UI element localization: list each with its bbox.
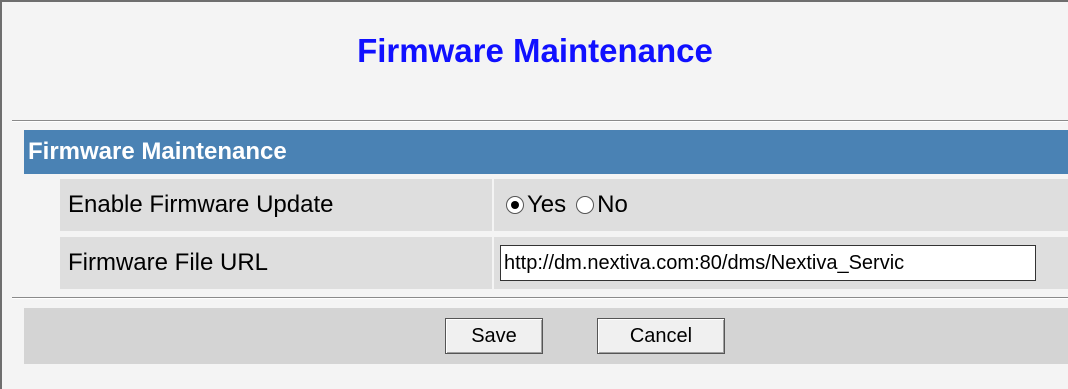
page-title: Firmware Maintenance xyxy=(357,32,713,69)
radio-yes[interactable] xyxy=(506,196,524,214)
enable-firmware-update-label: Enable Firmware Update xyxy=(68,191,334,218)
section-header: Firmware Maintenance xyxy=(24,130,1068,174)
enable-firmware-update-radio-group: Yes No xyxy=(506,179,638,231)
enable-firmware-update-value: Yes No xyxy=(492,179,1068,231)
row-enable-firmware-update: Enable Firmware Update Yes No xyxy=(60,179,1068,231)
cancel-button[interactable]: Cancel xyxy=(597,318,725,354)
button-bar: Save Cancel xyxy=(24,308,1068,364)
divider-bottom xyxy=(12,297,1068,299)
divider-top xyxy=(12,120,1068,122)
page-frame: Firmware Maintenance Firmware Maintenanc… xyxy=(0,0,1068,389)
radio-no-label[interactable]: No xyxy=(597,191,628,219)
radio-no[interactable] xyxy=(576,196,595,214)
firmware-file-url-value xyxy=(492,237,1068,289)
save-button[interactable]: Save xyxy=(445,318,543,354)
row-firmware-file-url: Firmware File URL xyxy=(60,237,1068,289)
radio-yes-label[interactable]: Yes xyxy=(527,191,566,219)
firmware-file-url-label: Firmware File URL xyxy=(68,249,269,276)
firmware-file-url-input[interactable] xyxy=(500,245,1036,281)
radio-selected-dot xyxy=(511,201,519,209)
